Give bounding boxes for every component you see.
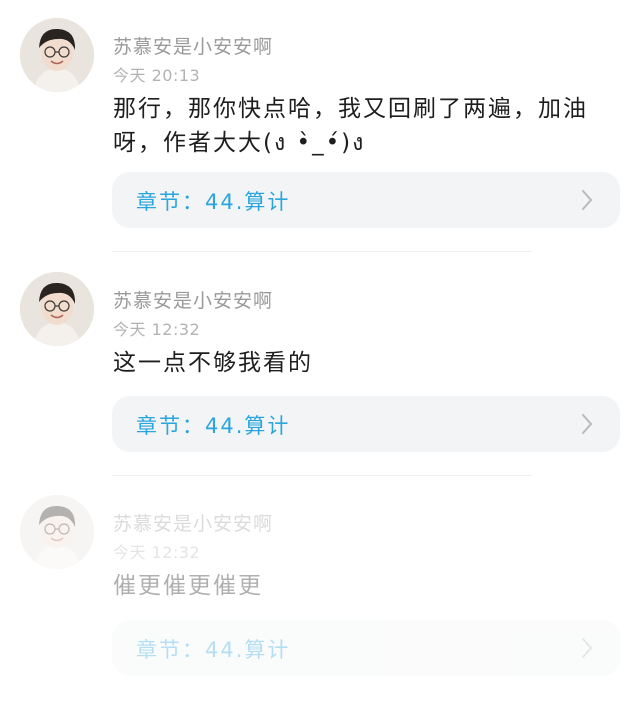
comment-item: 苏慕安是小安安啊 今天 12:32 这一点不够我看的 章节：44.算计 [0,254,640,484]
username[interactable]: 苏慕安是小安安啊 [113,509,273,536]
username[interactable]: 苏慕安是小安安啊 [113,32,273,59]
chapter-link[interactable]: 章节：44.算计 [112,396,620,452]
chevron-right-icon [582,190,592,210]
chapter-label: 章节：44.算计 [136,190,291,214]
timestamp: 今天 12:32 [113,320,201,339]
user-avatar[interactable] [20,272,94,346]
chapter-link[interactable]: 章节：44.算计 [112,620,620,676]
chapter-label: 章节：44.算计 [136,414,291,438]
comment-text: 那行，那你快点哈，我又回刷了两遍，加油呀，作者大大(ง •̀_•́)ง [113,96,588,156]
divider [112,251,532,252]
comment-text: 催更催更催更 [113,573,263,599]
user-avatar[interactable] [20,495,94,569]
chevron-right-icon [582,414,592,434]
comment-item: 苏慕安是小安安啊 今天 12:32 催更催更催更 章节：44.算计 [0,477,640,707]
chapter-link[interactable]: 章节：44.算计 [112,172,620,228]
timestamp: 今天 20:13 [113,66,201,85]
user-avatar[interactable] [20,18,94,92]
chevron-right-icon [582,638,592,658]
chapter-label: 章节：44.算计 [136,638,291,662]
timestamp: 今天 12:32 [113,543,201,562]
comment-item: 苏慕安是小安安啊 今天 20:13 那行，那你快点哈，我又回刷了两遍，加油呀，作… [0,0,640,230]
divider [112,475,532,476]
username[interactable]: 苏慕安是小安安啊 [113,286,273,313]
comment-text: 这一点不够我看的 [113,350,313,376]
